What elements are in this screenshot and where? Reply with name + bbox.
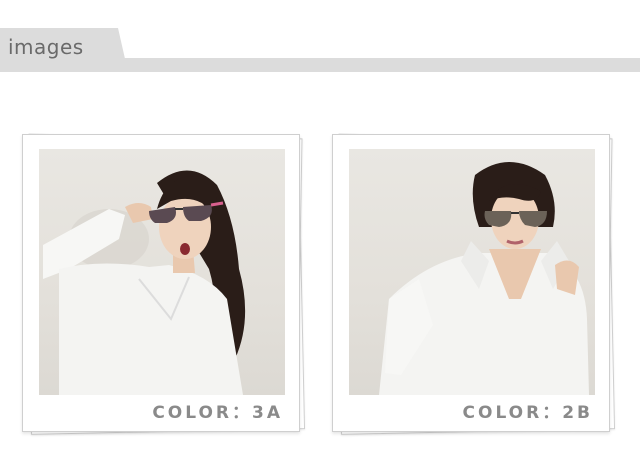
product-photo-3a xyxy=(39,149,285,395)
photo-card-3a[interactable]: COLOR：3A xyxy=(22,133,312,444)
photo-card-front: COLOR：2B xyxy=(332,134,610,432)
color-caption-2b: COLOR：2B xyxy=(462,403,593,423)
product-photo-2b xyxy=(349,149,595,395)
section-title: images xyxy=(8,35,84,59)
section-header: images xyxy=(0,28,640,74)
photo-card-2b[interactable]: COLOR：2B xyxy=(332,133,622,444)
color-caption-3a: COLOR：3A xyxy=(152,403,283,423)
photo-card-front: COLOR：3A xyxy=(22,134,300,432)
